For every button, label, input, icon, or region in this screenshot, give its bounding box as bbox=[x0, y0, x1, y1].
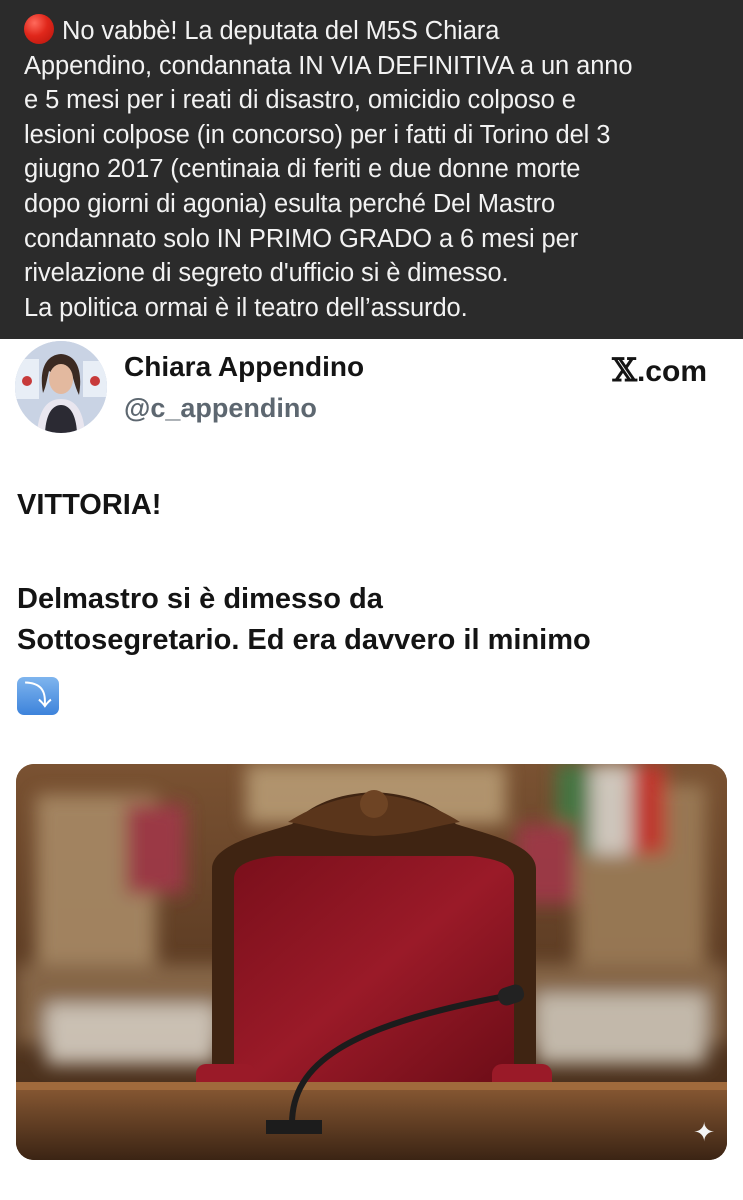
tweet-card: Chiara Appendino @c_appendino 𝕏.com VITT… bbox=[0, 339, 743, 1200]
author-handle[interactable]: @c_appendino bbox=[124, 393, 317, 424]
caption-text: No vabbè! La deputata del M5S Chiara App… bbox=[24, 14, 723, 325]
caption-body: No vabbè! La deputata del M5S Chiara App… bbox=[24, 17, 633, 322]
sparkle-icon: ✦ bbox=[693, 1117, 715, 1147]
tweet-body: Delmastro si è dimesso da Sottosegretari… bbox=[17, 583, 591, 656]
tweet-headline: VITTORIA! bbox=[17, 489, 162, 521]
red-circle-icon bbox=[24, 14, 54, 44]
source-domain: .com bbox=[636, 355, 707, 388]
tweet-media-photo[interactable]: ✦ bbox=[16, 764, 727, 1160]
author-name[interactable]: Chiara Appendino bbox=[124, 351, 364, 383]
x-logo-icon: 𝕏 bbox=[612, 351, 637, 389]
x-com-source[interactable]: 𝕏.com bbox=[612, 351, 707, 389]
avatar[interactable] bbox=[15, 341, 107, 433]
caption-banner: No vabbè! La deputata del M5S Chiara App… bbox=[0, 0, 743, 339]
right-arrow-curving-down-icon: ⤵ bbox=[17, 677, 59, 715]
